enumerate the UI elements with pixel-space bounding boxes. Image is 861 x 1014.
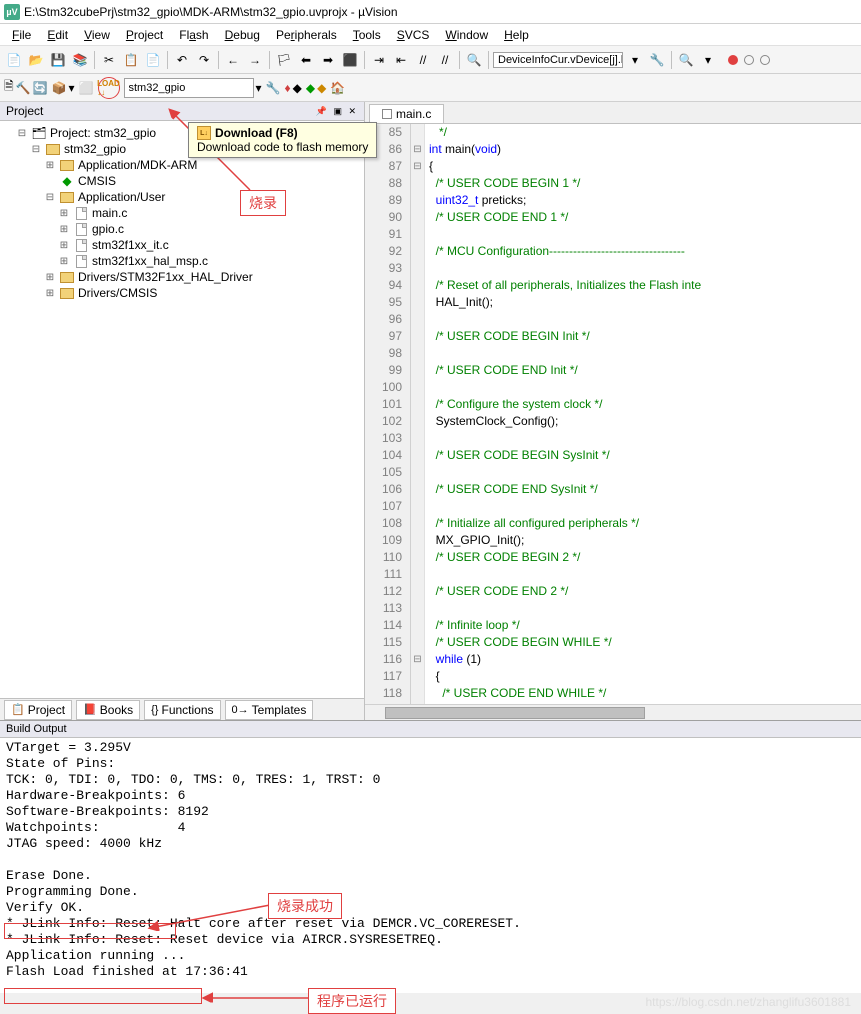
download-button[interactable]: LOAD↓↓ bbox=[98, 77, 120, 99]
options-icon[interactable]: ▾ bbox=[698, 50, 718, 70]
rebuild-icon[interactable]: 🔄 bbox=[33, 81, 48, 95]
copy-icon[interactable]: 📋 bbox=[121, 50, 141, 70]
menu-project[interactable]: Project bbox=[118, 28, 171, 42]
bookmark-clear-icon[interactable]: ⬛ bbox=[340, 50, 360, 70]
bookmark-prev-icon[interactable]: ⬅ bbox=[296, 50, 316, 70]
app-icon: µV bbox=[4, 4, 20, 20]
tooltip-desc: Download code to flash memory bbox=[197, 140, 368, 154]
outdent-icon[interactable]: ⇤ bbox=[391, 50, 411, 70]
tree-app-user[interactable]: ⊟Application/User bbox=[2, 189, 362, 205]
code-area[interactable]: 8586878889909192939495969798991001011021… bbox=[365, 124, 861, 704]
menu-window[interactable]: Window bbox=[437, 28, 496, 42]
stop-dot-icon[interactable] bbox=[744, 55, 754, 65]
watermark: https://blog.csdn.net/zhanglifu3601881 bbox=[646, 995, 852, 1009]
redo-icon[interactable]: ↷ bbox=[194, 50, 214, 70]
tree-drv-cmsis[interactable]: ⊞Drivers/CMSIS bbox=[2, 285, 362, 301]
target-select[interactable] bbox=[124, 78, 254, 98]
tree-file-main[interactable]: ⊞main.c bbox=[2, 205, 362, 221]
file-tabs: main.c bbox=[365, 102, 861, 124]
build-output-text[interactable]: VTarget = 3.295V State of Pins: TCK: 0, … bbox=[0, 738, 861, 993]
toolbar-build: 🗎 🔨 🔄 📦 ▾ ⬜ LOAD↓↓ ▾ 🔧 ♦ ◆ ◆ ◆ 🏠 bbox=[0, 74, 861, 102]
cut-icon[interactable]: ✂ bbox=[99, 50, 119, 70]
tree-file-gpio[interactable]: ⊞gpio.c bbox=[2, 221, 362, 237]
uncomment-icon[interactable]: // bbox=[435, 50, 455, 70]
load-icon: L↓ bbox=[197, 126, 211, 140]
undo-icon[interactable]: ↶ bbox=[172, 50, 192, 70]
h-scrollbar-thumb[interactable] bbox=[385, 707, 645, 719]
batch-build-dd-icon[interactable]: ▾ bbox=[69, 81, 75, 95]
tree-file-it[interactable]: ⊞stm32f1xx_it.c bbox=[2, 237, 362, 253]
build-output-title: Build Output bbox=[0, 721, 861, 738]
build-output-panel: Build Output VTarget = 3.295V State of P… bbox=[0, 720, 861, 993]
paste-icon[interactable]: 📄 bbox=[143, 50, 163, 70]
menubar: File Edit View Project Flash Debug Perip… bbox=[0, 24, 861, 46]
pause-dot-icon[interactable] bbox=[760, 55, 770, 65]
tab-templates[interactable]: 0→Templates bbox=[225, 700, 314, 720]
tree-file-msp[interactable]: ⊞stm32f1xx_hal_msp.c bbox=[2, 253, 362, 269]
indent-icon[interactable]: ⇥ bbox=[369, 50, 389, 70]
menu-svcs[interactable]: SVCS bbox=[389, 28, 438, 42]
menu-flash[interactable]: Flash bbox=[171, 28, 216, 42]
code-text[interactable]: */ int main(void) { /* USER CODE BEGIN 1… bbox=[425, 124, 861, 704]
tab-project[interactable]: 📋Project bbox=[4, 700, 72, 720]
nav-fwd-icon[interactable]: → bbox=[245, 50, 265, 70]
tab-books[interactable]: 📕Books bbox=[76, 700, 140, 720]
config-icon[interactable]: 🔧 bbox=[647, 50, 667, 70]
menu-help[interactable]: Help bbox=[496, 28, 537, 42]
h-scrollbar[interactable] bbox=[365, 704, 861, 720]
pack-arrow-icon[interactable]: ◆ bbox=[317, 81, 326, 95]
project-panel: Project 📌 ▣ ✕ ⊟🗂Project: stm32_gpio ⊟stm… bbox=[0, 102, 365, 720]
nav-back-icon[interactable]: ← bbox=[223, 50, 243, 70]
menu-peripherals[interactable]: Peripherals bbox=[268, 28, 345, 42]
annotation-burn-ok: 烧录成功 bbox=[268, 893, 342, 919]
manage-icon[interactable]: ♦ bbox=[284, 81, 290, 95]
menu-edit[interactable]: Edit bbox=[39, 28, 76, 42]
pack-icon[interactable]: ◆ bbox=[306, 81, 315, 95]
device-info-combo[interactable]: DeviceInfoCur.vDevice[j].l bbox=[493, 52, 623, 68]
menu-view[interactable]: View bbox=[76, 28, 118, 42]
find-icon[interactable]: 🔍 bbox=[464, 50, 484, 70]
bookmark-icon[interactable]: 🏳 bbox=[274, 50, 294, 70]
batch-build-icon[interactable]: 📦 bbox=[52, 81, 67, 95]
redbox-app-running bbox=[4, 988, 202, 1004]
tab-functions[interactable]: {}Functions bbox=[144, 700, 220, 720]
save-all-icon[interactable]: 📚 bbox=[70, 50, 90, 70]
manage-rte-icon[interactable]: ◆ bbox=[293, 81, 302, 95]
target-options-icon[interactable]: 🔧 bbox=[266, 81, 281, 95]
bookmark-next-icon[interactable]: ➡ bbox=[318, 50, 338, 70]
line-gutter: 8586878889909192939495969798991001011021… bbox=[365, 124, 411, 704]
debug-icon[interactable]: 🔍 bbox=[676, 50, 696, 70]
stop-build-icon[interactable]: ⬜ bbox=[79, 81, 94, 95]
toolbar-main: 📄 📂 💾 📚 ✂ 📋 📄 ↶ ↷ ← → 🏳 ⬅ ➡ ⬛ ⇥ ⇤ // // … bbox=[0, 46, 861, 74]
tree-app-mdk[interactable]: ⊞Application/MDK-ARM bbox=[2, 157, 362, 173]
annotation-burn: 烧录 bbox=[240, 190, 286, 216]
project-tree[interactable]: ⊟🗂Project: stm32_gpio ⊟stm32_gpio ⊞Appli… bbox=[0, 121, 364, 698]
save-icon[interactable]: 💾 bbox=[48, 50, 68, 70]
build-icon[interactable]: 🔨 bbox=[16, 81, 31, 95]
menu-debug[interactable]: Debug bbox=[217, 28, 268, 42]
editor-panel: main.c 858687888990919293949596979899100… bbox=[365, 102, 861, 720]
open-icon[interactable]: 📂 bbox=[26, 50, 46, 70]
panel-buttons[interactable]: 📌 ▣ ✕ bbox=[316, 106, 358, 117]
menu-tools[interactable]: Tools bbox=[345, 28, 389, 42]
fold-column[interactable]: ⊟⊟ ⊟ bbox=[411, 124, 425, 704]
translate-icon[interactable]: 🗎 bbox=[4, 77, 14, 98]
titlebar: µV E:\Stm32cubePrj\stm32_gpio\MDK-ARM\st… bbox=[0, 0, 861, 24]
home-icon[interactable]: 🏠 bbox=[330, 81, 345, 95]
project-panel-title: Project 📌 ▣ ✕ bbox=[0, 102, 364, 121]
download-tooltip: L↓Download (F8) Download code to flash m… bbox=[188, 122, 377, 158]
comment-icon[interactable]: // bbox=[413, 50, 433, 70]
record-dot-icon[interactable] bbox=[728, 55, 738, 65]
file-tab-main[interactable]: main.c bbox=[369, 104, 444, 123]
dropdown-icon[interactable]: ▾ bbox=[625, 50, 645, 70]
annotation-running: 程序已运行 bbox=[308, 988, 396, 1014]
tree-cmsis[interactable]: ◆CMSIS bbox=[2, 173, 362, 189]
project-bottom-tabs: 📋Project 📕Books {}Functions 0→Templates bbox=[0, 698, 364, 720]
window-title: E:\Stm32cubePrj\stm32_gpio\MDK-ARM\stm32… bbox=[24, 5, 398, 19]
tree-drv-hal[interactable]: ⊞Drivers/STM32F1xx_HAL_Driver bbox=[2, 269, 362, 285]
redbox-programming-done bbox=[4, 923, 176, 939]
target-dd-icon[interactable]: ▾ bbox=[256, 81, 262, 95]
new-file-icon[interactable]: 📄 bbox=[4, 50, 24, 70]
menu-file[interactable]: File bbox=[4, 28, 39, 42]
